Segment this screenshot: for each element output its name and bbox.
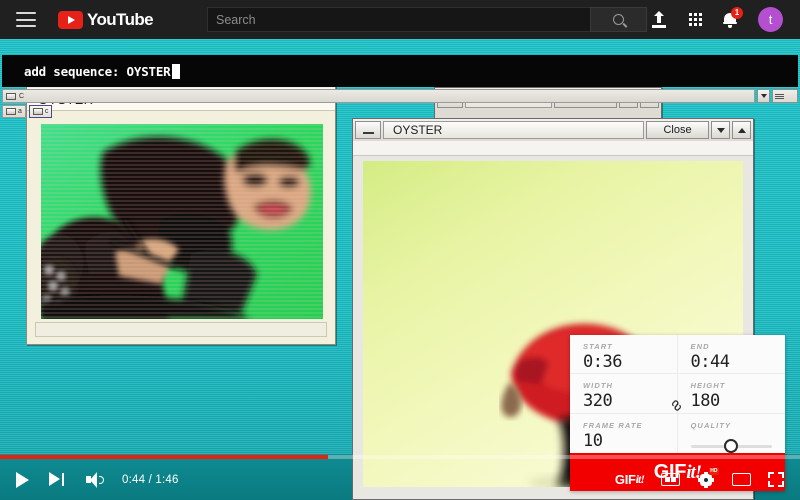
gifit-height-value: 180 — [691, 391, 786, 411]
search-button[interactable] — [590, 7, 647, 32]
tab-icon — [33, 108, 43, 115]
tab-icon — [6, 108, 16, 115]
terminal-tabs-row: a c — [2, 105, 798, 118]
apps-button[interactable] — [689, 13, 702, 26]
youtube-play-icon — [58, 11, 83, 29]
play-icon[interactable] — [16, 472, 29, 488]
gifit-mini-italic: it! — [636, 472, 644, 487]
dancer-green-screen-frame — [41, 124, 323, 319]
terminal-cursor — [172, 64, 180, 79]
gifit-start-field[interactable]: START 0:36 — [570, 335, 678, 374]
video-player-canvas[interactable]: Close OYSTER — [0, 39, 800, 500]
gifit-button[interactable]: GIFit! — [615, 472, 644, 487]
upload-icon — [651, 11, 668, 28]
youtube-header: YouTube 1 — [0, 0, 800, 39]
drive-icon — [6, 93, 16, 100]
terminal-tab-c-label: c — [45, 108, 49, 115]
window-right-title: OYSTER — [383, 121, 644, 139]
quality-slider-knob[interactable] — [724, 439, 738, 453]
list-view-icon[interactable] — [772, 89, 798, 103]
theater-mode-icon — [732, 473, 751, 486]
theater-mode-button[interactable] — [732, 473, 751, 486]
terminal-path-label: C — [19, 93, 24, 100]
window-left-statusbar — [35, 322, 327, 337]
terminal-toolbar-row: C — [2, 89, 798, 103]
screenshot-root: YouTube 1 — [0, 0, 800, 500]
apps-grid-icon — [689, 13, 702, 26]
gifit-width-value: 320 — [583, 391, 677, 411]
player-right-controls: GIFit! HD — [615, 471, 784, 489]
volume-icon[interactable] — [86, 472, 107, 488]
time-display: 0:44 / 1:46 — [122, 474, 179, 486]
search-icon — [613, 14, 624, 25]
closed-captions-icon — [661, 473, 680, 486]
search-bar — [207, 7, 647, 32]
gifit-fields-grid: START 0:36 END 0:44 WIDTH 320 — [570, 335, 785, 453]
link-chain-icon[interactable] — [670, 398, 684, 412]
search-input[interactable] — [207, 7, 590, 32]
gifit-height-field[interactable]: HEIGHT 180 — [678, 374, 786, 413]
gifit-framerate-value: 10 — [583, 431, 677, 451]
terminal-screen[interactable]: add sequence: OYSTER — [2, 55, 798, 87]
hd-badge: HD — [709, 468, 719, 475]
window-right-subbar — [353, 141, 753, 156]
terminal-tab-a[interactable]: a — [2, 105, 26, 118]
gifit-quality-field[interactable]: QUALITY — [678, 414, 786, 453]
fullscreen-icon — [768, 472, 784, 487]
next-track-icon[interactable] — [49, 472, 65, 487]
header-actions: 1 t — [651, 7, 783, 32]
gifit-width-label: WIDTH — [583, 381, 677, 390]
dropdown-button[interactable] — [757, 89, 770, 103]
chevron-down-icon[interactable] — [711, 121, 730, 139]
gifit-width-field[interactable]: WIDTH 320 — [570, 374, 678, 413]
terminal-command-text: add sequence: OYSTER — [24, 64, 171, 79]
gifit-framerate-field[interactable]: FRAME RATE 10 — [570, 414, 678, 453]
closed-captions-button[interactable] — [661, 473, 680, 486]
gifit-end-value: 0:44 — [691, 352, 786, 372]
upload-button[interactable] — [651, 11, 668, 28]
quality-slider[interactable] — [691, 439, 773, 453]
window-left-video — [41, 124, 323, 319]
gifit-mini-main: GIF — [615, 472, 636, 487]
settings-button[interactable]: HD — [697, 471, 715, 489]
gifit-end-field[interactable]: END 0:44 — [678, 335, 786, 374]
fullscreen-button[interactable] — [768, 472, 784, 487]
youtube-wordmark: YouTube — [87, 10, 153, 30]
terminal-path-field[interactable]: C — [2, 89, 755, 103]
notifications-button[interactable]: 1 — [723, 12, 737, 27]
gifit-start-value: 0:36 — [583, 352, 677, 372]
close-button[interactable]: Close — [646, 121, 709, 139]
terminal-tab-a-label: a — [18, 108, 22, 115]
gifit-start-label: START — [583, 342, 677, 351]
youtube-logo[interactable]: YouTube — [58, 10, 153, 30]
avatar[interactable]: t — [758, 7, 783, 32]
player-controls: 0:44 / 1:46 GIFit! — [0, 459, 800, 500]
notification-badge: 1 — [731, 7, 743, 19]
gifit-end-label: END — [691, 342, 786, 351]
gifit-framerate-label: FRAME RATE — [583, 421, 677, 430]
terminal-tab-c[interactable]: c — [29, 105, 53, 118]
hamburger-icon[interactable] — [16, 12, 36, 27]
chevron-up-icon[interactable] — [732, 121, 751, 139]
gifit-quality-label: QUALITY — [691, 421, 786, 430]
window-right-titlebar: OYSTER Close — [353, 119, 753, 141]
gifit-height-label: HEIGHT — [691, 381, 786, 390]
minimize-button[interactable] — [355, 121, 381, 139]
